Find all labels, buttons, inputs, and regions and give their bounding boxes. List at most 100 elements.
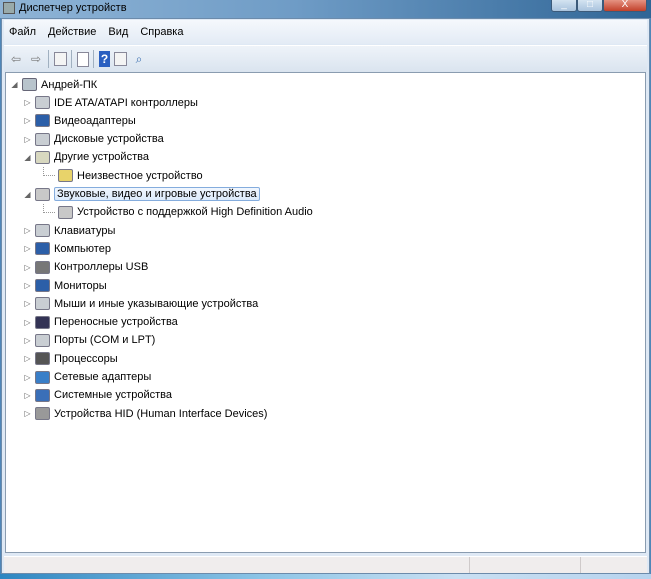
tree-item-label: Контроллеры USB [54,261,149,274]
tree-item-label: Порты (COM и LPT) [54,334,156,347]
menu-file[interactable]: Файл [9,26,36,38]
menu-action[interactable]: Действие [48,26,96,38]
title-bar[interactable]: Диспетчер устройств _ □ X [0,0,651,18]
tree-item[interactable]: ▷ Мониторы [23,277,107,294]
expand-arrow-icon[interactable]: ▷ [23,98,32,107]
tree-item[interactable]: ◢ Другие устройства [23,149,149,166]
tree-item[interactable]: ▷ Процессоры [23,350,118,367]
collapse-arrow-icon[interactable]: ◢ [23,153,32,162]
computer-icon [35,242,50,256]
other-devices-icon [35,150,50,164]
tree-item-label: Сетевые адаптеры [54,371,152,383]
maximize-button[interactable]: □ [577,0,603,12]
tree-item-label: Дисковые устройства [54,133,164,146]
tree-item-label: Неизвестное устройство [77,169,203,182]
status-pane [581,557,647,573]
forward-icon[interactable]: ⇨ [28,51,44,67]
keyboard-icon [35,224,50,238]
tree-item[interactable]: ▷ Дисковые устройства [23,131,164,148]
toolbar-separator [71,50,72,68]
tree-item-label: Компьютер [54,242,111,255]
tree-item-label: Устройство с поддержкой High Definition … [77,206,313,219]
back-icon[interactable]: ⇦ [8,51,24,67]
expand-arrow-icon[interactable]: ▷ [23,336,32,345]
toolbar-separator [93,50,94,68]
collapse-arrow-icon[interactable]: ◢ [10,80,19,89]
tree-item[interactable]: ▷ Порты (COM и LPT) [23,332,155,349]
port-icon [35,333,50,347]
tree-item-label: Мониторы [54,279,107,292]
tree-item-label: Устройства HID (Human Interface Devices) [54,407,268,420]
expand-arrow-icon[interactable]: ▷ [23,116,32,125]
status-pane [470,557,581,573]
tree-root[interactable]: ◢ Андрей-ПК [10,76,97,93]
tree-item-label: Видеоадаптеры [54,114,136,127]
ide-controller-icon [35,96,50,109]
device-tree[interactable]: ◢ Андрей-ПК ▷ IDE ATA/ATAPI контроллеры ▷ В… [5,72,646,553]
show-hide-tree-icon[interactable] [54,52,67,66]
tree-item-label: Другие устройства [54,151,149,164]
tree-item[interactable]: ▷ Мыши и иные указывающие устройства [23,295,258,312]
expand-arrow-icon[interactable]: ▷ [23,281,32,290]
expand-arrow-icon[interactable]: ▷ [23,318,32,327]
expand-arrow-icon[interactable]: ▷ [23,244,32,253]
expand-arrow-icon[interactable]: ▷ [23,373,32,382]
system-devices-icon [35,388,50,402]
tree-item[interactable]: ▷ Устройства HID (Human Interface Devices… [23,405,267,422]
tree-item-label: Звуковые, видео и игровые устройства [54,187,260,201]
tree-root-label: Андрей-ПК [41,78,98,91]
tree-item[interactable]: ▷ Клавиатуры [23,222,115,239]
tree-item[interactable]: ▷ Сетевые адаптеры [23,369,151,386]
tree-item[interactable]: ▷ Системные устройства [23,387,172,404]
hid-icon [35,407,50,421]
expand-arrow-icon[interactable]: ▷ [23,409,32,418]
tree-item-label: Мыши и иные указывающие устройства [54,297,259,310]
speaker-icon [58,205,73,219]
speaker-icon [35,187,50,201]
expand-arrow-icon[interactable]: ▷ [23,391,32,400]
monitor-icon [35,279,50,292]
toolbar: ⇦ ⇨ ? ⌕ [4,45,647,72]
processor-icon [35,352,50,366]
expand-arrow-icon[interactable]: ▷ [23,135,32,144]
tree-item[interactable]: Устройство с поддержкой High Definition … [43,203,313,221]
tree-item[interactable]: ◢ Звуковые, видео и игровые устройства [23,186,260,203]
disk-drive-icon [35,132,50,146]
tree-item-label: Процессоры [54,352,118,365]
tree-item[interactable]: ▷ Компьютер [23,240,111,257]
scan-hardware-icon[interactable]: ⌕ [131,51,147,67]
tree-connector [43,167,55,177]
tree-item[interactable]: ▷ Контроллеры USB [23,259,148,276]
help-icon[interactable]: ? [99,51,110,67]
collapse-arrow-icon[interactable]: ◢ [23,190,32,199]
action-pane-icon[interactable] [114,52,127,66]
taskbar-edge [0,574,651,579]
display-adapter-icon [35,114,50,128]
tree-item[interactable]: ▷ IDE ATA/ATAPI контроллеры [23,94,198,111]
close-button[interactable]: X [603,0,647,12]
tree-connector [43,203,55,213]
tree-item[interactable]: ▷ Видеоадаптеры [23,112,136,129]
expand-arrow-icon[interactable]: ▷ [23,354,32,363]
unknown-device-warning-icon [58,169,73,183]
expand-arrow-icon[interactable]: ▷ [23,226,32,235]
properties-icon[interactable] [77,51,89,67]
window-frame: Файл Действие Вид Справка ⇦ ⇨ ? ⌕ ◢ Андр… [1,18,650,574]
minimize-button[interactable]: _ [551,0,577,12]
tree-item-label: Клавиатуры [54,224,116,237]
usb-icon [35,260,50,274]
menu-bar: Файл Действие Вид Справка [4,20,647,44]
computer-icon [22,78,37,91]
tree-item[interactable]: Неизвестное устройство [43,167,203,184]
expand-arrow-icon[interactable]: ▷ [23,299,32,308]
tree-item-label: IDE ATA/ATAPI контроллеры [54,96,198,109]
expand-arrow-icon[interactable]: ▷ [23,263,32,272]
network-adapter-icon [35,370,50,384]
tree-item-label: Переносные устройства [54,316,178,329]
menu-help[interactable]: Справка [140,26,183,38]
tree-item[interactable]: ▷ Переносные устройства [23,314,178,331]
status-pane [4,557,470,573]
mouse-icon [35,297,50,311]
menu-view[interactable]: Вид [108,26,128,38]
portable-device-icon [35,315,50,329]
